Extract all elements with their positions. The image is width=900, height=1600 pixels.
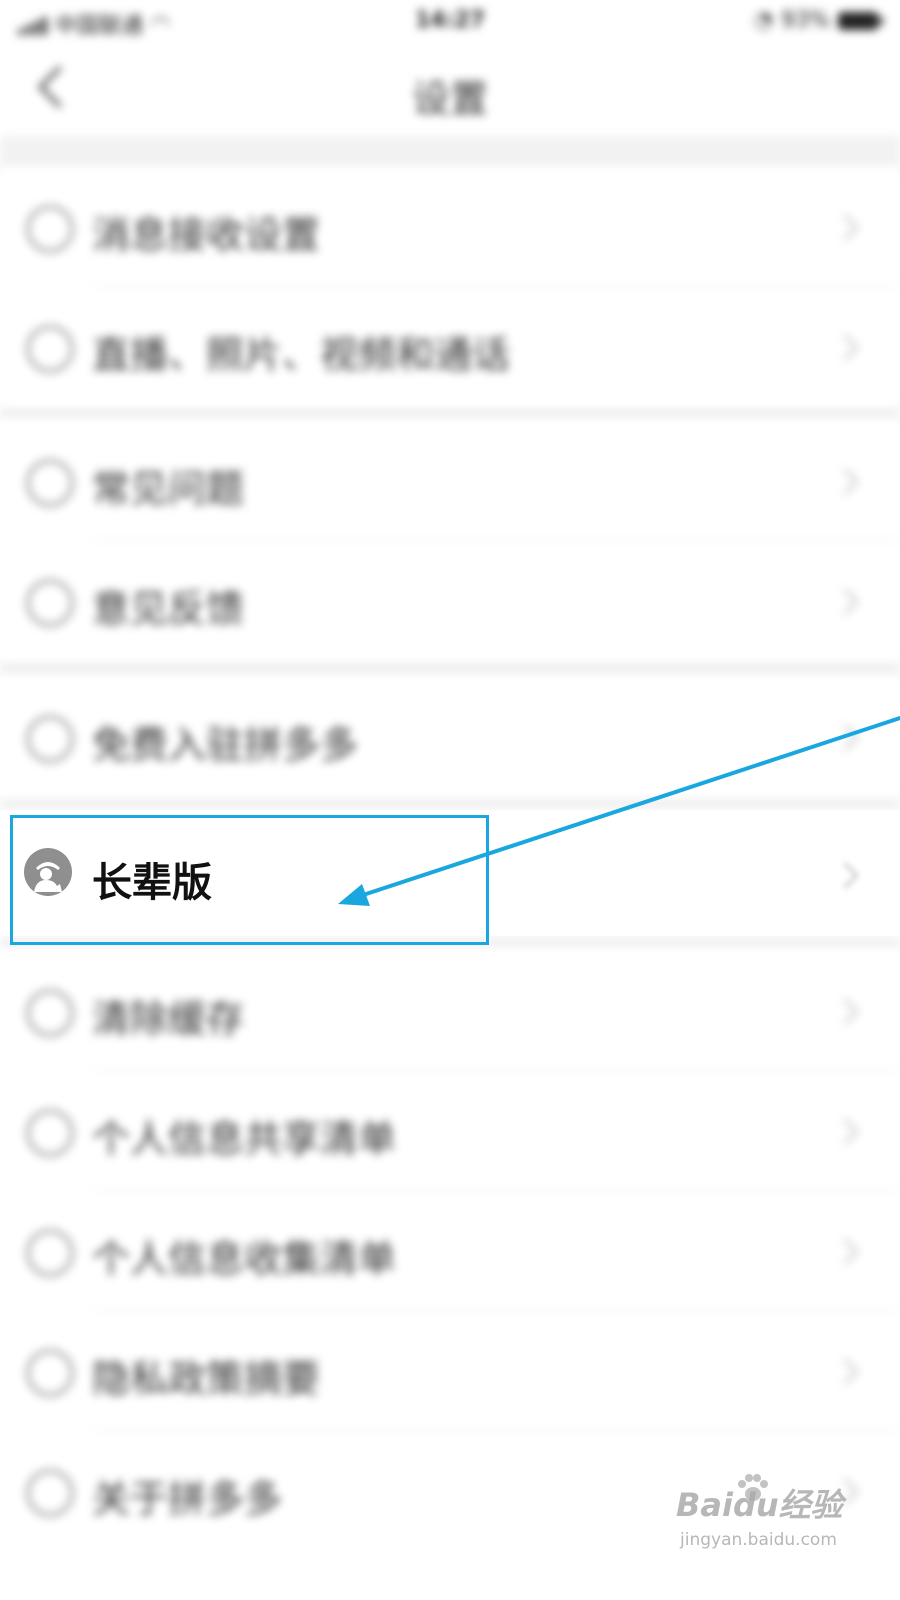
watermark-url: jingyan.baidu.com — [680, 1530, 837, 1550]
annotation-arrow — [338, 716, 900, 906]
watermark-brand: Baidu经验 — [676, 1486, 843, 1524]
baidu-watermark: Baidu经验 jingyan.baidu.com — [676, 1474, 876, 1564]
